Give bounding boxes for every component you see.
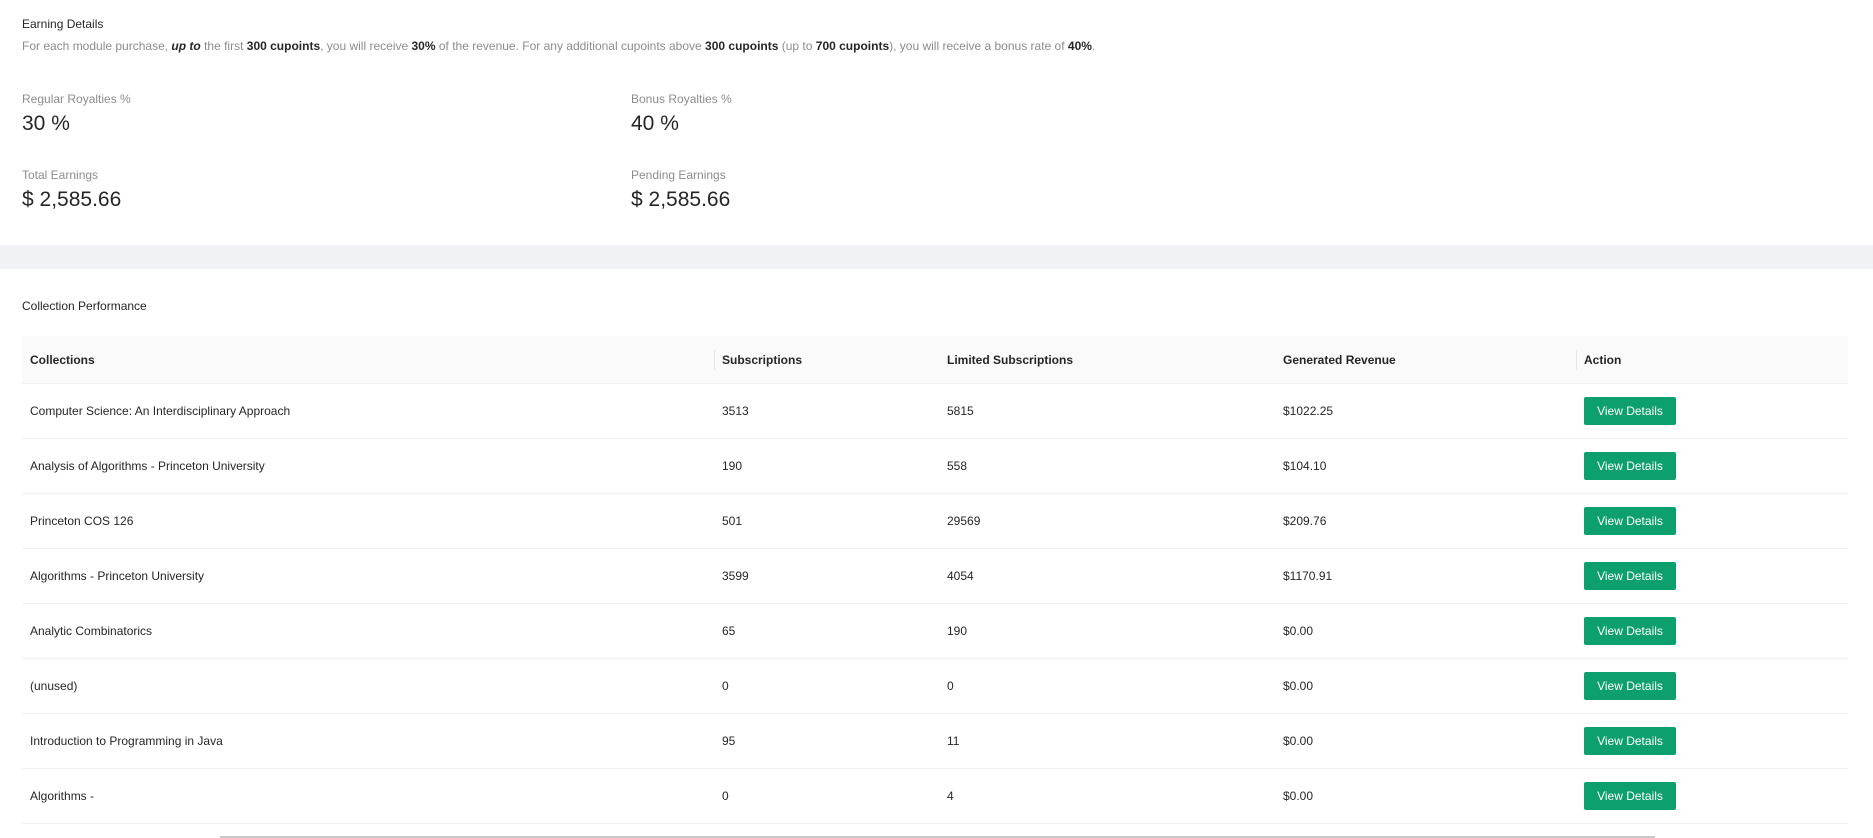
subscriptions-cell: 0 xyxy=(714,768,939,824)
table-row: Analytic Combinatorics 65 190 $0.00 View… xyxy=(22,603,1848,659)
subscriptions-cell: 3513 xyxy=(714,383,939,439)
subscriptions-cell: 95 xyxy=(714,713,939,769)
description-emphasis: up to xyxy=(171,39,201,53)
action-cell: View Details xyxy=(1576,493,1848,549)
table-row: Computer Science: An Interdisciplinary A… xyxy=(22,383,1848,439)
regular-royalties-stat: Regular Royalties % 30 % xyxy=(22,92,131,136)
description-text: ), you will receive a bonus rate of xyxy=(889,39,1068,53)
limited-subscriptions-cell: 4 xyxy=(939,768,1275,824)
collection-name: Analysis of Algorithms - Princeton Unive… xyxy=(22,438,714,494)
stat-value: $ 2,585.66 xyxy=(631,188,731,211)
section-divider xyxy=(0,245,1873,269)
revenue-cell: $0.00 xyxy=(1275,658,1576,714)
action-cell: View Details xyxy=(1576,658,1848,714)
collection-name: Princeton COS 126 xyxy=(22,493,714,549)
revenue-cell: $1022.25 xyxy=(1275,383,1576,439)
limited-subscriptions-cell: 29569 xyxy=(939,493,1275,549)
subscriptions-cell: 190 xyxy=(714,438,939,494)
collection-name: Algorithms - Princeton University xyxy=(22,548,714,604)
description-text: . xyxy=(1091,39,1096,53)
collection-name: (unused) xyxy=(22,658,714,714)
action-cell: View Details xyxy=(1576,383,1848,439)
table-row: (unused) 0 0 $0.00 View Details xyxy=(22,658,1848,714)
action-cell: View Details xyxy=(1576,713,1848,769)
column-header-action: Action xyxy=(1576,336,1848,384)
revenue-cell: $209.76 xyxy=(1275,493,1576,549)
stat-value: 40 % xyxy=(631,112,679,135)
limited-subscriptions-cell: 558 xyxy=(939,438,1275,494)
description-text: of the revenue. For any additional cupoi… xyxy=(435,39,706,53)
revenue-cell: $104.10 xyxy=(1275,438,1576,494)
collection-name: Analytic Combinatorics xyxy=(22,603,714,659)
description-text: (up to xyxy=(778,39,816,53)
table-row: Analysis of Algorithms - Princeton Unive… xyxy=(22,438,1848,494)
view-details-button[interactable]: View Details xyxy=(1584,727,1676,755)
view-details-button[interactable]: View Details xyxy=(1584,507,1676,535)
revenue-cell: $1170.91 xyxy=(1275,548,1576,604)
view-details-button[interactable]: View Details xyxy=(1584,452,1676,480)
description-strong: 700 cupoints xyxy=(815,39,890,53)
revenue-cell: $0.00 xyxy=(1275,603,1576,659)
table-row: Princeton COS 126 501 29569 $209.76 View… xyxy=(22,493,1848,549)
column-header-collections[interactable]: Collections xyxy=(22,336,714,384)
total-earnings-stat: Total Earnings $ 2,585.66 xyxy=(22,168,121,212)
pending-earnings-stat: Pending Earnings $ 2,585.66 xyxy=(631,168,730,212)
collection-name: Algorithms - xyxy=(22,768,714,824)
collection-name: Computer Science: An Interdisciplinary A… xyxy=(22,383,714,439)
limited-subscriptions-cell: 190 xyxy=(939,603,1275,659)
table-row: Introduction to Programming in Java 95 1… xyxy=(22,713,1848,769)
stat-value: $ 2,585.66 xyxy=(22,188,122,211)
description-strong: 300 cupoints xyxy=(246,39,321,53)
collection-performance-title: Collection Performance xyxy=(22,299,147,313)
column-header-subscriptions[interactable]: Subscriptions xyxy=(714,336,939,384)
subscriptions-cell: 65 xyxy=(714,603,939,659)
stat-label: Regular Royalties % xyxy=(22,92,131,106)
action-cell: View Details xyxy=(1576,438,1848,494)
action-cell: View Details xyxy=(1576,768,1848,824)
earning-details-title: Earning Details xyxy=(22,17,104,31)
view-details-button[interactable]: View Details xyxy=(1584,397,1676,425)
subscriptions-cell: 501 xyxy=(714,493,939,549)
bonus-royalties-stat: Bonus Royalties % 40 % xyxy=(631,92,732,136)
subscriptions-cell: 3599 xyxy=(714,548,939,604)
limited-subscriptions-cell: 11 xyxy=(939,713,1275,769)
stat-label: Bonus Royalties % xyxy=(631,92,732,106)
subscriptions-cell: 0 xyxy=(714,658,939,714)
earning-details-description: For each module purchase, up to the firs… xyxy=(22,39,1095,53)
action-cell: View Details xyxy=(1576,603,1848,659)
description-text: the first xyxy=(200,39,247,53)
description-text: For each module purchase, xyxy=(22,39,172,53)
description-strong: 30% xyxy=(411,39,436,53)
column-header-limited-subscriptions[interactable]: Limited Subscriptions xyxy=(939,336,1275,384)
action-cell: View Details xyxy=(1576,548,1848,604)
table-row: Algorithms - 0 4 $0.00 View Details xyxy=(22,768,1848,824)
view-details-button[interactable]: View Details xyxy=(1584,782,1676,810)
collection-performance-table: Collections Subscriptions Limited Subscr… xyxy=(22,336,1848,824)
view-details-button[interactable]: View Details xyxy=(1584,617,1676,645)
view-details-button[interactable]: View Details xyxy=(1584,672,1676,700)
table-row: Algorithms - Princeton University 3599 4… xyxy=(22,548,1848,604)
description-text: , you will receive xyxy=(320,39,412,53)
column-header-generated-revenue[interactable]: Generated Revenue xyxy=(1275,336,1576,384)
description-strong: 40% xyxy=(1067,39,1092,53)
collection-name: Introduction to Programming in Java xyxy=(22,713,714,769)
stat-label: Pending Earnings xyxy=(631,168,726,182)
view-details-button[interactable]: View Details xyxy=(1584,562,1676,590)
limited-subscriptions-cell: 5815 xyxy=(939,383,1275,439)
limited-subscriptions-cell: 0 xyxy=(939,658,1275,714)
table-header-row: Collections Subscriptions Limited Subscr… xyxy=(22,336,1848,384)
revenue-cell: $0.00 xyxy=(1275,713,1576,769)
limited-subscriptions-cell: 4054 xyxy=(939,548,1275,604)
stat-value: 30 % xyxy=(22,112,70,135)
revenue-cell: $0.00 xyxy=(1275,768,1576,824)
earning-details-section: Earning Details For each module purchase… xyxy=(0,0,1873,245)
description-strong: 300 cupoints xyxy=(705,39,779,53)
stat-label: Total Earnings xyxy=(22,168,99,182)
